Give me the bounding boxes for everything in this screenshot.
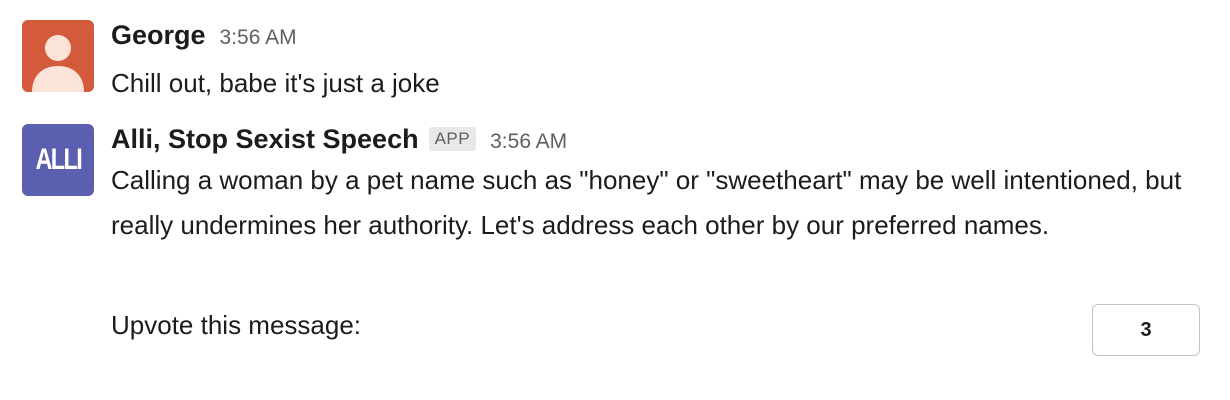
message-timestamp[interactable]: 3:56 AM bbox=[490, 130, 567, 154]
upvote-label: Upvote this message: bbox=[111, 310, 362, 340]
george-avatar[interactable] bbox=[22, 20, 94, 92]
user-silhouette-icon bbox=[32, 35, 84, 92]
message-text: Calling a woman by a pet name such as "h… bbox=[111, 165, 1182, 240]
alli-logo-text: ALLI bbox=[35, 143, 82, 176]
app-badge: APP bbox=[428, 127, 477, 151]
message-content: George 3:56 AM Chill out, babe it's just… bbox=[111, 20, 1200, 106]
sender-name[interactable]: Alli, Stop Sexist Speech bbox=[111, 124, 419, 155]
upvote-row: Upvote this message: 3 bbox=[111, 304, 1200, 360]
message-header: Alli, Stop Sexist Speech APP 3:56 AM bbox=[111, 124, 1200, 158]
alli-avatar[interactable]: ALLI bbox=[22, 124, 94, 196]
message-timestamp[interactable]: 3:56 AM bbox=[220, 26, 297, 50]
message-header: George 3:56 AM bbox=[111, 20, 1200, 54]
upvote-button[interactable]: 3 bbox=[1092, 304, 1200, 356]
sender-name[interactable]: George bbox=[111, 20, 206, 51]
message-content: Alli, Stop Sexist Speech APP 3:56 AM Cal… bbox=[111, 124, 1200, 356]
message-text: Chill out, babe it's just a joke bbox=[111, 68, 440, 98]
